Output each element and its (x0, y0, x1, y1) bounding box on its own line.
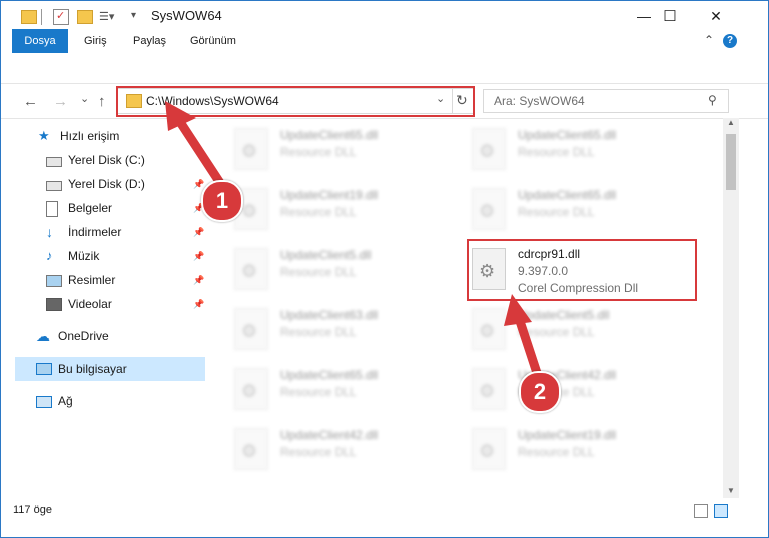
search-icon[interactable]: ⚲ (708, 93, 717, 107)
tab-dosya[interactable]: Dosya (12, 29, 68, 53)
step-marker-2: 2 (519, 371, 561, 413)
search-placeholder: Ara: SysWOW64 (494, 94, 585, 108)
dll-file-icon (472, 128, 506, 170)
vertical-scrollbar[interactable]: ▲ ▼ (723, 118, 739, 498)
dll-file-icon (234, 308, 268, 350)
step-marker-1: 1 (201, 180, 243, 222)
quick-access-dropdown-icon[interactable]: ▾ (131, 10, 136, 26)
list-item[interactable]: UpdateClient5.dll Resource DLL (446, 304, 676, 360)
file-highlight-box (467, 239, 697, 301)
list-item[interactable]: UpdateClient5.dll Resource DLL (208, 244, 438, 300)
maximize-button[interactable]: ☐ (647, 1, 693, 31)
ribbon-collapse-icon[interactable]: ⌃ (704, 33, 714, 47)
forward-button[interactable]: → (53, 93, 68, 110)
list-item[interactable]: UpdateClient65.dll Resource DLL (208, 364, 438, 420)
list-item[interactable]: UpdateClient65.dll Resource DLL (446, 184, 676, 240)
list-item[interactable]: UpdateClient19.dll Resource DLL (446, 424, 676, 480)
nav-item-local-disk-c[interactable]: Yerel Disk (C:) (46, 149, 203, 171)
computer-icon (36, 363, 52, 375)
cloud-icon: ☁ (36, 328, 50, 344)
nav-item-belgeler[interactable]: Belgeler (46, 197, 203, 219)
folder-icon (21, 10, 37, 24)
list-item[interactable]: UpdateClient42.dll Resource DLL (208, 424, 438, 480)
nav-network[interactable]: Ağ (36, 390, 203, 412)
pictures-icon (46, 275, 62, 287)
tiles-view-icon[interactable] (714, 504, 728, 518)
nav-item-videolar[interactable]: Videolar (46, 293, 203, 315)
ribbon-tabs: Dosya Giriş Paylaş Görünüm ⌃ ? (1, 29, 768, 53)
tab-giris[interactable]: Giriş (74, 29, 117, 53)
scroll-down-icon[interactable]: ▼ (727, 486, 735, 495)
address-highlight-box (116, 86, 475, 117)
dll-file-icon (472, 188, 506, 230)
window-title: SysWOW64 (151, 8, 222, 23)
details-view-icon[interactable] (694, 504, 708, 518)
status-bar: 117 öge (1, 499, 768, 523)
scrollbar-thumb[interactable] (726, 134, 736, 190)
navigation-pane: ★ Hızlı erişim Yerel Disk (C:) Yerel Dis… (1, 118, 207, 493)
explorer-window: ✓ ☰▾ ▾ SysWOW64 — ☐ ✕ Dosya Giriş Paylaş… (0, 0, 769, 538)
separator (41, 9, 42, 25)
music-icon: ♪ (46, 248, 53, 263)
dll-file-icon (234, 128, 268, 170)
nav-onedrive[interactable]: ☁ OneDrive (36, 325, 203, 347)
tab-gorunum[interactable]: Görünüm (180, 29, 246, 53)
pin-icon: 📌 (193, 299, 205, 309)
tab-paylas[interactable]: Paylaş (123, 29, 176, 53)
drive-icon (46, 181, 62, 191)
nav-quick-access[interactable]: ★ Hızlı erişim (38, 125, 203, 147)
back-button[interactable]: ← (23, 93, 38, 110)
star-icon: ★ (38, 128, 50, 143)
item-count: 117 öge (13, 504, 52, 516)
dll-file-icon (472, 368, 506, 410)
video-icon (46, 298, 62, 311)
new-folder-icon[interactable] (77, 10, 93, 24)
pin-icon: 📌 (193, 275, 205, 285)
list-item[interactable]: UpdateClient65.dll Resource DLL (208, 124, 438, 180)
list-item[interactable]: UpdateClient42.dll Resource DLL (446, 364, 676, 420)
nav-this-pc[interactable]: Bu bilgisayar (15, 357, 205, 381)
dll-file-icon (472, 308, 506, 350)
nav-item-muzik[interactable]: ♪ Müzik (46, 245, 203, 267)
drive-icon (46, 157, 62, 167)
dll-file-icon (472, 428, 506, 470)
properties-icon[interactable]: ✓ (53, 9, 69, 25)
scroll-up-icon[interactable]: ▲ (727, 118, 735, 127)
download-icon: ↓ (46, 224, 53, 240)
recent-locations-button[interactable]: ⌄ (80, 92, 89, 105)
pin-icon: 📌 (193, 227, 205, 237)
list-item[interactable]: UpdateClient63.dll Resource DLL (208, 304, 438, 360)
file-list: UpdateClient65.dll Resource DLL UpdateCl… (208, 118, 722, 498)
title-bar: ✓ ☰▾ ▾ SysWOW64 — ☐ ✕ (1, 1, 768, 31)
customize-icon[interactable]: ☰▾ (99, 9, 114, 23)
close-button[interactable]: ✕ (693, 1, 739, 31)
list-item[interactable]: UpdateClient19.dll Resource DLL (208, 184, 438, 240)
dll-file-icon (234, 368, 268, 410)
dll-file-icon (234, 248, 268, 290)
help-icon[interactable]: ? (723, 34, 737, 48)
address-row: ← → ⌄ ↑ C:\Windows\SysWOW64 ⌄ ↻ Ara: Sys… (1, 83, 768, 119)
document-icon (46, 201, 58, 217)
search-input[interactable]: Ara: SysWOW64 ⚲ (483, 89, 729, 113)
pin-icon: 📌 (193, 251, 205, 261)
list-item[interactable]: UpdateClient65.dll Resource DLL (446, 124, 676, 180)
up-button[interactable]: ↑ (98, 93, 106, 110)
nav-item-indirmeler[interactable]: ↓ İndirmeler (46, 221, 203, 243)
dll-file-icon (234, 428, 268, 470)
pin-icon: 📌 (193, 179, 205, 189)
nav-item-local-disk-d[interactable]: Yerel Disk (D:) (46, 173, 203, 195)
network-icon (36, 396, 52, 408)
nav-item-resimler[interactable]: Resimler (46, 269, 203, 291)
